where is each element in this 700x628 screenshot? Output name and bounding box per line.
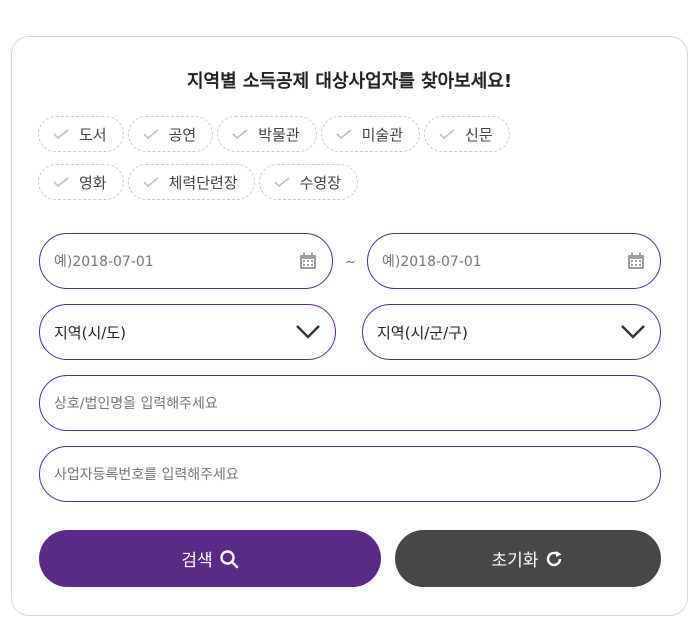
category-chip-label: 공연: [168, 125, 197, 144]
category-chip-label: 박물관: [258, 125, 300, 144]
search-button[interactable]: 검색: [39, 530, 381, 587]
category-chip-performance[interactable]: 공연: [127, 116, 214, 152]
check-icon: [336, 129, 352, 139]
reset-button-label: 초기화: [491, 551, 539, 571]
panel-title: 지역별 소득공제 대상사업자를 찾아보세요!: [186, 71, 513, 92]
chevron-down-icon: [296, 325, 320, 339]
calendar-icon[interactable]: [626, 251, 646, 271]
date-range-separator: ~: [345, 255, 356, 270]
check-icon: [53, 129, 69, 139]
check-icon: [143, 177, 159, 187]
category-chip-movie[interactable]: 영화: [38, 164, 124, 200]
category-chip-label: 수영장: [299, 173, 342, 192]
company-name-input[interactable]: 상호/법인명을 입력해주세요: [39, 375, 661, 431]
category-filter: 도서 공연 박물관 미술관 신문 영화 체력단련장 수영장: [38, 116, 638, 212]
category-chip-fitness[interactable]: 체력단련장: [127, 164, 255, 200]
category-chip-museum[interactable]: 박물관: [217, 116, 317, 152]
chevron-down-icon: [621, 325, 645, 339]
region-sido-select[interactable]: 지역(시/도): [39, 304, 336, 360]
search-button-label: 검색: [181, 551, 213, 571]
category-chip-label: 체력단련장: [168, 173, 238, 192]
business-number-placeholder: 사업자등록번호를 입력해주세요: [54, 467, 239, 483]
region-sigungu-select[interactable]: 지역(시/군/구): [362, 304, 661, 360]
check-icon: [53, 177, 69, 187]
category-chip-art-gallery[interactable]: 미술관: [320, 116, 421, 152]
region-sido-value: 지역(시/도): [54, 323, 126, 342]
check-icon: [143, 129, 159, 139]
start-date-placeholder: 예)2018-07-01: [54, 254, 154, 270]
region-sigungu-value: 지역(시/군/구): [377, 323, 468, 342]
search-icon: [219, 549, 238, 568]
calendar-icon[interactable]: [298, 251, 318, 271]
category-chip-label: 미술관: [361, 125, 404, 144]
category-chip-label: 신문: [465, 125, 493, 144]
search-panel: 지역별 소득공제 대상사업자를 찾아보세요! 도서 공연 박물관 미술관 신문: [11, 36, 688, 616]
check-icon: [274, 177, 290, 187]
category-chip-label: 영화: [79, 173, 107, 192]
start-date-field[interactable]: 예)2018-07-01: [39, 233, 333, 289]
check-icon: [232, 129, 248, 139]
category-chip-swimming-pool[interactable]: 수영장: [258, 164, 359, 200]
business-number-input[interactable]: 사업자등록번호를 입력해주세요: [39, 446, 661, 502]
refresh-icon: [547, 550, 562, 566]
category-chip-books[interactable]: 도서: [38, 116, 124, 152]
category-chip-newspaper[interactable]: 신문: [424, 116, 510, 152]
check-icon: [439, 129, 455, 139]
category-row-2: 영화 체력단련장 수영장: [38, 164, 638, 200]
end-date-field[interactable]: 예)2018-07-01: [367, 233, 661, 289]
reset-button[interactable]: 초기화: [395, 530, 661, 587]
company-name-placeholder: 상호/법인명을 입력해주세요: [54, 396, 218, 412]
category-row-1: 도서 공연 박물관 미술관 신문: [38, 116, 638, 152]
end-date-placeholder: 예)2018-07-01: [382, 254, 482, 270]
category-chip-label: 도서: [79, 125, 107, 144]
